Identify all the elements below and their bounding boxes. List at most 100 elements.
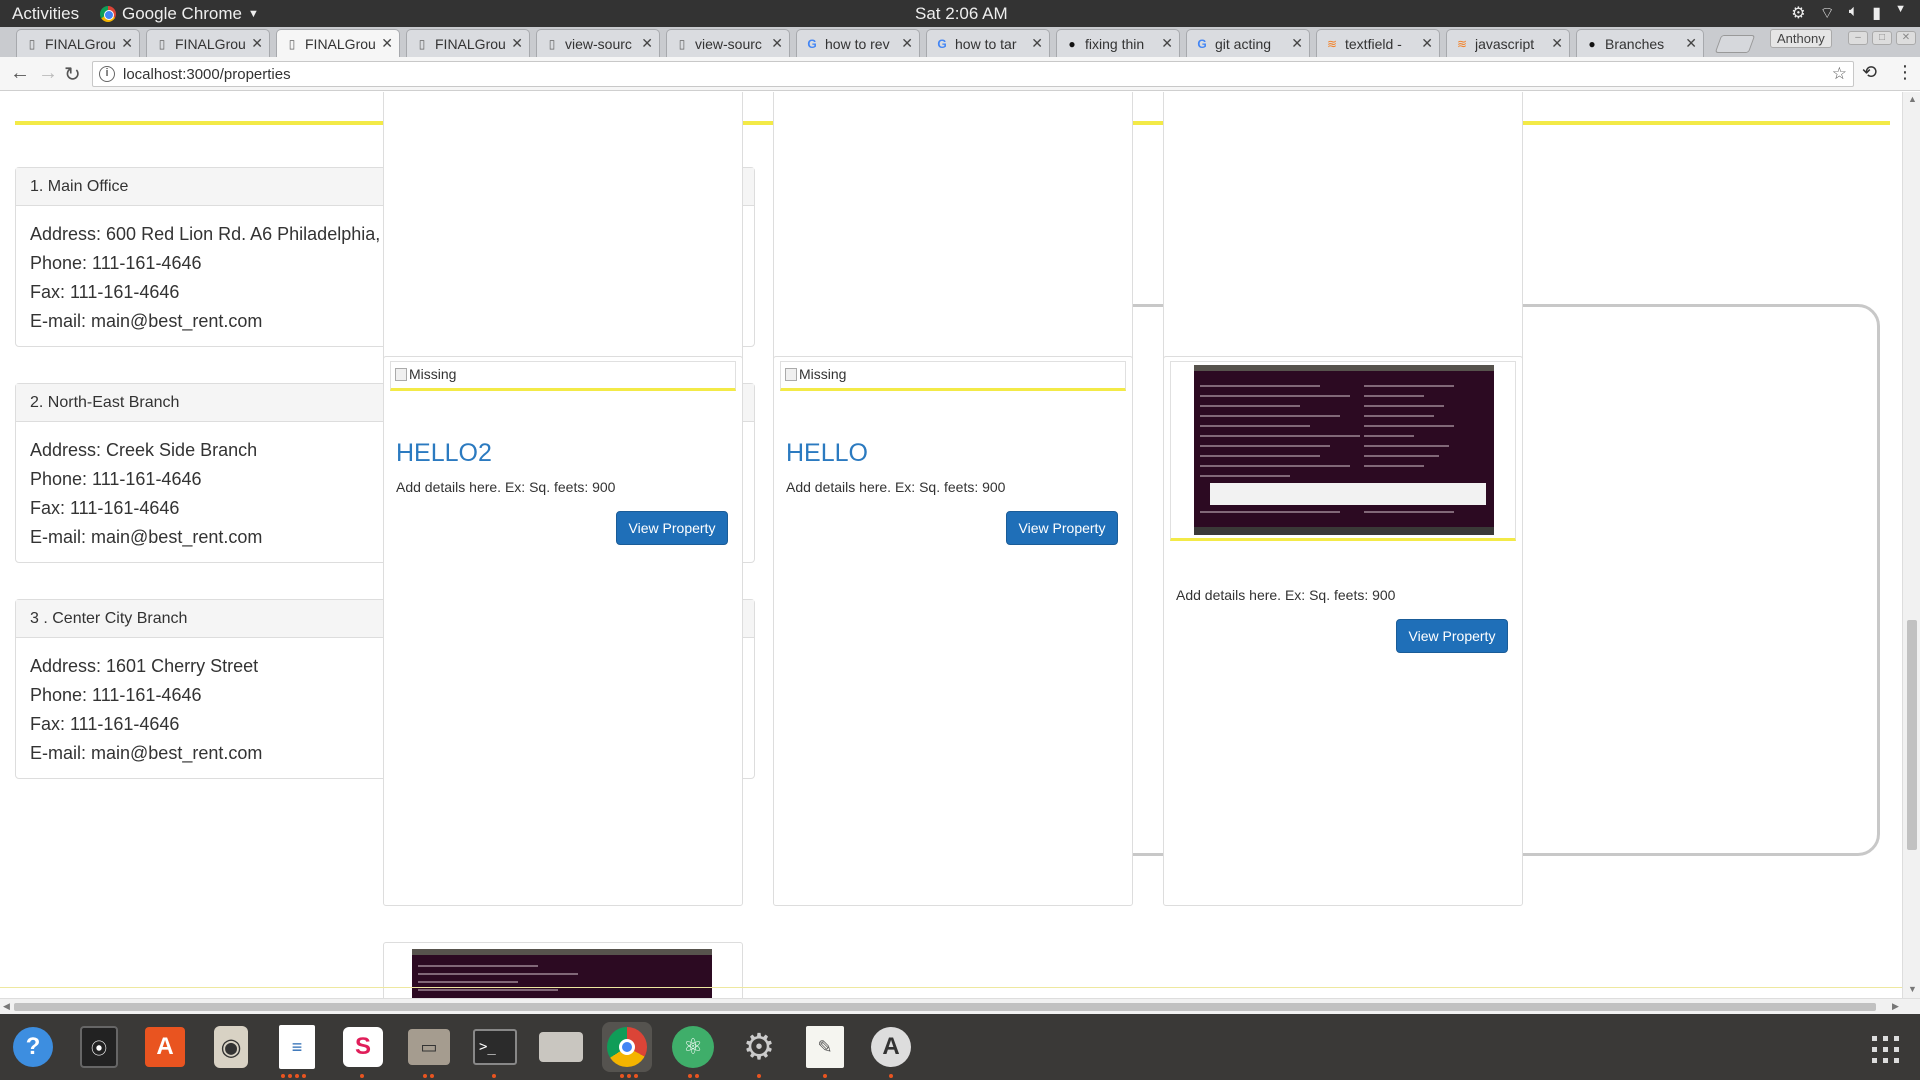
settings-gear-icon[interactable]: ⚙ (1791, 3, 1805, 23)
settings-icon[interactable]: ⚙ (734, 1022, 784, 1072)
scroll-up-arrow-icon[interactable]: ▲ (1908, 94, 1917, 104)
forward-arrow-icon[interactable]: → (38, 62, 58, 85)
page-icon: ▯ (158, 36, 166, 51)
image-alt-text: Missing (409, 366, 457, 382)
speaker-icon[interactable]: ◉ (206, 1022, 256, 1072)
close-icon[interactable]: ✕ (121, 35, 133, 52)
activities-button[interactable]: Activities (12, 4, 79, 24)
yellow-divider (1131, 121, 1163, 125)
property-title[interactable]: HELLO (786, 439, 868, 468)
stackoverflow-icon: ≋ (1326, 36, 1338, 51)
vertical-scrollbar[interactable]: ▲ ▼ (1902, 92, 1920, 998)
address-bar[interactable]: i localhost:3000/properties ☆ (92, 61, 1854, 87)
menu-kebab-icon[interactable]: ⋮ (1896, 62, 1914, 83)
minimize-icon[interactable]: – (1848, 31, 1868, 45)
browser-tab[interactable]: ● Branches ✕ (1576, 29, 1704, 57)
property-details: Add details here. Ex: Sq. feets: 900 (396, 479, 616, 495)
scanner-icon[interactable] (536, 1022, 586, 1072)
safe-icon[interactable]: ⦿ (74, 1022, 124, 1072)
google-icon: G (937, 36, 947, 51)
close-icon[interactable]: ✕ (1031, 35, 1043, 52)
property-details: Add details here. Ex: Sq. feets: 900 (786, 479, 1006, 495)
property-image (1194, 365, 1494, 535)
profile-button[interactable]: Anthony (1770, 29, 1832, 48)
page-icon: ▯ (28, 36, 36, 51)
horizontal-scrollbar[interactable]: ◀ ▶ (0, 998, 1920, 1014)
browser-tab[interactable]: ▯ FINALGrou ✕ (146, 29, 270, 57)
close-icon[interactable]: ✕ (1291, 35, 1303, 52)
app-menu[interactable]: Google Chrome ▼ (100, 4, 259, 24)
chrome-icon (100, 6, 116, 22)
browser-tab[interactable]: ▯ view-sourc ✕ (536, 29, 660, 57)
help-icon[interactable]: ? (8, 1022, 58, 1072)
info-icon[interactable]: i (99, 66, 115, 82)
browser-tab-active[interactable]: ▯ FINALGrou ✕ (276, 29, 400, 57)
back-arrow-icon[interactable]: ← (10, 62, 30, 85)
bookmark-star-icon[interactable]: ☆ (1832, 64, 1847, 84)
browser-tab[interactable]: ▯ FINALGrou ✕ (16, 29, 140, 57)
browser-tab[interactable]: ≋ javascript ✕ (1446, 29, 1570, 57)
new-tab-button[interactable] (1714, 35, 1756, 53)
browser-tab[interactable]: Ghow to tar ✕ (926, 29, 1050, 57)
browser-tab[interactable]: ▯ FINALGrou ✕ (406, 29, 530, 57)
volume-icon[interactable]: 🔈︎ (1849, 3, 1859, 23)
tab-label: textfield - (1345, 35, 1402, 52)
page-icon: ▯ (678, 36, 686, 51)
url-text: localhost:3000/properties (123, 65, 291, 83)
github-icon: ● (1068, 36, 1076, 51)
browser-tab[interactable]: ≋ textfield - ✕ (1316, 29, 1440, 57)
browser-tab[interactable]: ▯ view-sourc ✕ (666, 29, 790, 57)
close-icon[interactable]: ✕ (511, 35, 523, 52)
updater-icon[interactable]: A (866, 1022, 916, 1072)
files-icon[interactable]: ▭ (404, 1022, 454, 1072)
view-property-button[interactable]: View Property (1396, 619, 1508, 653)
property-image (412, 949, 712, 998)
show-applications-icon[interactable] (1872, 1036, 1900, 1064)
vertical-scroll-thumb[interactable] (1907, 620, 1917, 850)
close-window-icon[interactable]: ✕ (1896, 31, 1916, 45)
close-icon[interactable]: ✕ (771, 35, 783, 52)
scroll-down-arrow-icon[interactable]: ▼ (1908, 984, 1917, 994)
writer-icon[interactable]: ≡ (272, 1022, 322, 1072)
property-image: Missing (780, 361, 1126, 391)
close-icon[interactable]: ✕ (251, 35, 263, 52)
atom-icon[interactable]: ⚛ (668, 1022, 718, 1072)
maximize-icon[interactable]: □ (1872, 31, 1892, 45)
view-property-button[interactable]: View Property (1006, 511, 1118, 545)
tab-label: FINALGrou (305, 35, 376, 52)
image-alt-text: Missing (799, 366, 847, 382)
chevron-down-icon[interactable]: ▼ (1895, 3, 1906, 23)
clock[interactable]: Sat 2:06 AM (915, 4, 1008, 24)
close-icon[interactable]: ✕ (901, 35, 913, 52)
text-editor-icon[interactable]: ✎ (800, 1022, 850, 1072)
software-center-icon[interactable]: A (140, 1022, 190, 1072)
tab-label: git acting (1215, 35, 1272, 52)
reload-icon[interactable]: ↻ (64, 62, 81, 87)
close-icon[interactable]: ✕ (1421, 35, 1433, 52)
tab-label: view-sourc (695, 35, 762, 52)
property-title[interactable]: HELLO2 (396, 439, 492, 468)
tab-strip: ▯ FINALGrou ✕ ▯ FINALGrou ✕ ▯ FINALGrou ✕ ▯ FIN… (0, 27, 1920, 57)
app-menu-label: Google Chrome (122, 4, 243, 23)
terminal-icon[interactable]: >_ (470, 1022, 520, 1072)
close-icon[interactable]: ✕ (1161, 35, 1173, 52)
system-tray[interactable]: ⚙ ⌔ 🔈︎ ▮ ▼ (1791, 3, 1906, 23)
browser-tab[interactable]: Ghow to rev ✕ (796, 29, 920, 57)
close-icon[interactable]: ✕ (1685, 35, 1697, 52)
close-icon[interactable]: ✕ (1551, 35, 1563, 52)
horizontal-scroll-thumb[interactable] (14, 1003, 1876, 1011)
close-icon[interactable]: ✕ (381, 35, 393, 52)
view-property-button[interactable]: View Property (616, 511, 728, 545)
browser-tab[interactable]: ● fixing thin ✕ (1056, 29, 1180, 57)
extension-icon[interactable]: ⟲ (1862, 62, 1877, 83)
scroll-right-arrow-icon[interactable]: ▶ (1892, 1001, 1899, 1012)
battery-icon[interactable]: ▮ (1872, 3, 1881, 23)
wifi-icon[interactable]: ⌔ (1820, 3, 1835, 23)
close-icon[interactable]: ✕ (641, 35, 653, 52)
yellow-divider (15, 121, 385, 125)
slack-icon[interactable]: S (338, 1022, 388, 1072)
chrome-icon[interactable] (602, 1022, 652, 1072)
scroll-left-arrow-icon[interactable]: ◀ (3, 1001, 10, 1012)
browser-tab[interactable]: Ggit acting ✕ (1186, 29, 1310, 57)
yellow-divider (1522, 121, 1890, 125)
